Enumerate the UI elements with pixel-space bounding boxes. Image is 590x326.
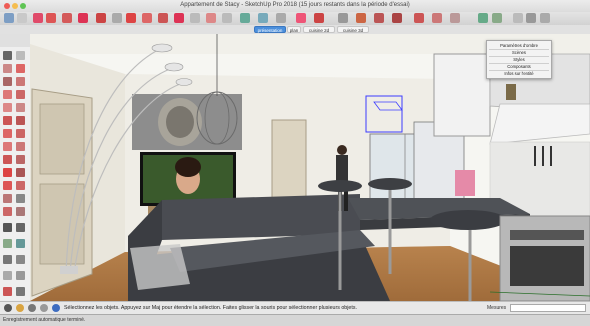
position-camera-icon[interactable]: [3, 223, 12, 232]
user-icon[interactable]: [28, 304, 36, 312]
move-tool-icon[interactable]: [112, 13, 122, 23]
autosave-message: Enregistrement automatique terminé.: [3, 317, 86, 323]
measurements-label: Mesures: [487, 305, 507, 311]
main-toolbar: [0, 12, 590, 26]
tab-cuisine-2d[interactable]: cuisine 2d: [303, 26, 335, 33]
tab-plan[interactable]: plan: [287, 26, 301, 33]
look-around-icon[interactable]: [3, 239, 12, 248]
sandbox-icon[interactable]: [414, 13, 424, 23]
tray-entity-info[interactable]: Infos sur l'entité: [489, 70, 549, 77]
warehouse-icon[interactable]: [338, 13, 348, 23]
axes-icon[interactable]: [3, 181, 12, 190]
protractor-icon[interactable]: [3, 168, 12, 177]
orbit-tool-icon[interactable]: [3, 194, 12, 203]
status-message: Sélectionnez les objets. Appuyez sur Maj…: [64, 305, 357, 311]
zoom-extents-icon[interactable]: [296, 13, 306, 23]
tool-palette: [0, 47, 31, 300]
eraser-tool-icon[interactable]: [16, 64, 25, 73]
scale-icon[interactable]: [3, 142, 12, 151]
shape-tool-icon[interactable]: [78, 13, 88, 23]
section-plane-icon[interactable]: [374, 13, 384, 23]
arc-icon[interactable]: [16, 90, 25, 99]
section-icon[interactable]: [16, 239, 25, 248]
text-tool-icon[interactable]: [206, 13, 216, 23]
orbit-icon[interactable]: [240, 13, 250, 23]
person-figure: [337, 145, 347, 155]
rectangle-icon[interactable]: [3, 77, 12, 86]
polygon-icon[interactable]: [3, 103, 12, 112]
styles-icon[interactable]: [450, 13, 460, 23]
follow-me-icon[interactable]: [158, 13, 168, 23]
walk-icon[interactable]: [16, 223, 25, 232]
solid-tools-icon[interactable]: [432, 13, 442, 23]
walk-person-icon[interactable]: [16, 255, 25, 264]
tab-cuisine-3d[interactable]: cuisine 3d: [337, 26, 369, 33]
circle-icon[interactable]: [3, 90, 12, 99]
measurements-input[interactable]: [510, 304, 586, 312]
rotate-tool-icon[interactable]: [126, 13, 136, 23]
offset-icon[interactable]: [16, 142, 25, 151]
scene-tabs-bar: présentation plan cuisine 2d cuisine 3d: [0, 25, 590, 34]
layout-icon[interactable]: [392, 13, 402, 23]
3d-text-icon[interactable]: [16, 181, 25, 190]
footprint-icon[interactable]: [3, 255, 12, 264]
dimension-icon[interactable]: [16, 155, 25, 164]
status-bar: Sélectionnez les objets. Appuyez sur Maj…: [0, 301, 590, 315]
bar-stool: [318, 180, 362, 192]
credits-icon[interactable]: [16, 304, 24, 312]
tray-toggle-icon[interactable]: [478, 13, 488, 23]
select-tool-icon[interactable]: [4, 13, 14, 23]
tape-measure-icon[interactable]: [190, 13, 200, 23]
zoom-icon[interactable]: [276, 13, 286, 23]
offset-tool-icon[interactable]: [174, 13, 184, 23]
axes-tool-icon[interactable]: [222, 13, 232, 23]
eye-icon[interactable]: [3, 271, 12, 280]
push-pull-icon[interactable]: [96, 13, 106, 23]
text-icon[interactable]: [16, 168, 25, 177]
pink-coffee-machine: [455, 170, 475, 196]
eraser-icon[interactable]: [33, 13, 43, 23]
default-tray-icon[interactable]: [513, 13, 523, 23]
info-icon[interactable]: [4, 304, 12, 312]
pushpull-icon[interactable]: [16, 116, 25, 125]
line-icon[interactable]: [16, 77, 25, 86]
window-title: Appartement de Stacy - SketchUp Pro 2018…: [180, 2, 410, 8]
tab-presentation[interactable]: présentation: [254, 26, 286, 33]
footer-bar: Enregistrement automatique terminé.: [0, 314, 590, 326]
instructor-icon[interactable]: [526, 13, 536, 23]
pan-icon[interactable]: [258, 13, 268, 23]
upper-cabinet: [433, 53, 491, 137]
extension-icon[interactable]: [356, 13, 366, 23]
make-component-icon[interactable]: [17, 13, 27, 23]
help-icon[interactable]: [40, 304, 48, 312]
component-icon[interactable]: [16, 51, 25, 60]
pan-tool-icon[interactable]: [16, 194, 25, 203]
select-icon[interactable]: [3, 51, 12, 60]
range-hood: [489, 103, 590, 145]
scale-tool-icon[interactable]: [142, 13, 152, 23]
tape-icon[interactable]: [3, 155, 12, 164]
line-tool-icon[interactable]: [46, 13, 56, 23]
panels-icon[interactable]: [492, 13, 502, 23]
sandbox-tool-icon[interactable]: [16, 287, 25, 296]
rotate-icon[interactable]: [3, 129, 12, 138]
default-tray-panel: Paramètres d'ombre Scènes Styles Composa…: [486, 40, 552, 79]
status-select-icon: [52, 304, 60, 312]
move-icon[interactable]: [3, 116, 12, 125]
paint-bucket-icon[interactable]: [3, 64, 12, 73]
tool-palette-header: [0, 34, 31, 47]
outliner-icon[interactable]: [540, 13, 550, 23]
section-display-icon[interactable]: [16, 271, 25, 280]
followme-icon[interactable]: [16, 129, 25, 138]
previous-view-icon[interactable]: [314, 13, 324, 23]
freehand-icon[interactable]: [16, 103, 25, 112]
arc-tool-icon[interactable]: [62, 13, 72, 23]
zoom-window-icon[interactable]: [16, 207, 25, 216]
geo-location-icon[interactable]: [3, 287, 12, 296]
window-title-bar: Appartement de Stacy - SketchUp Pro 2018…: [0, 0, 590, 12]
zoom-tool-icon[interactable]: [3, 207, 12, 216]
